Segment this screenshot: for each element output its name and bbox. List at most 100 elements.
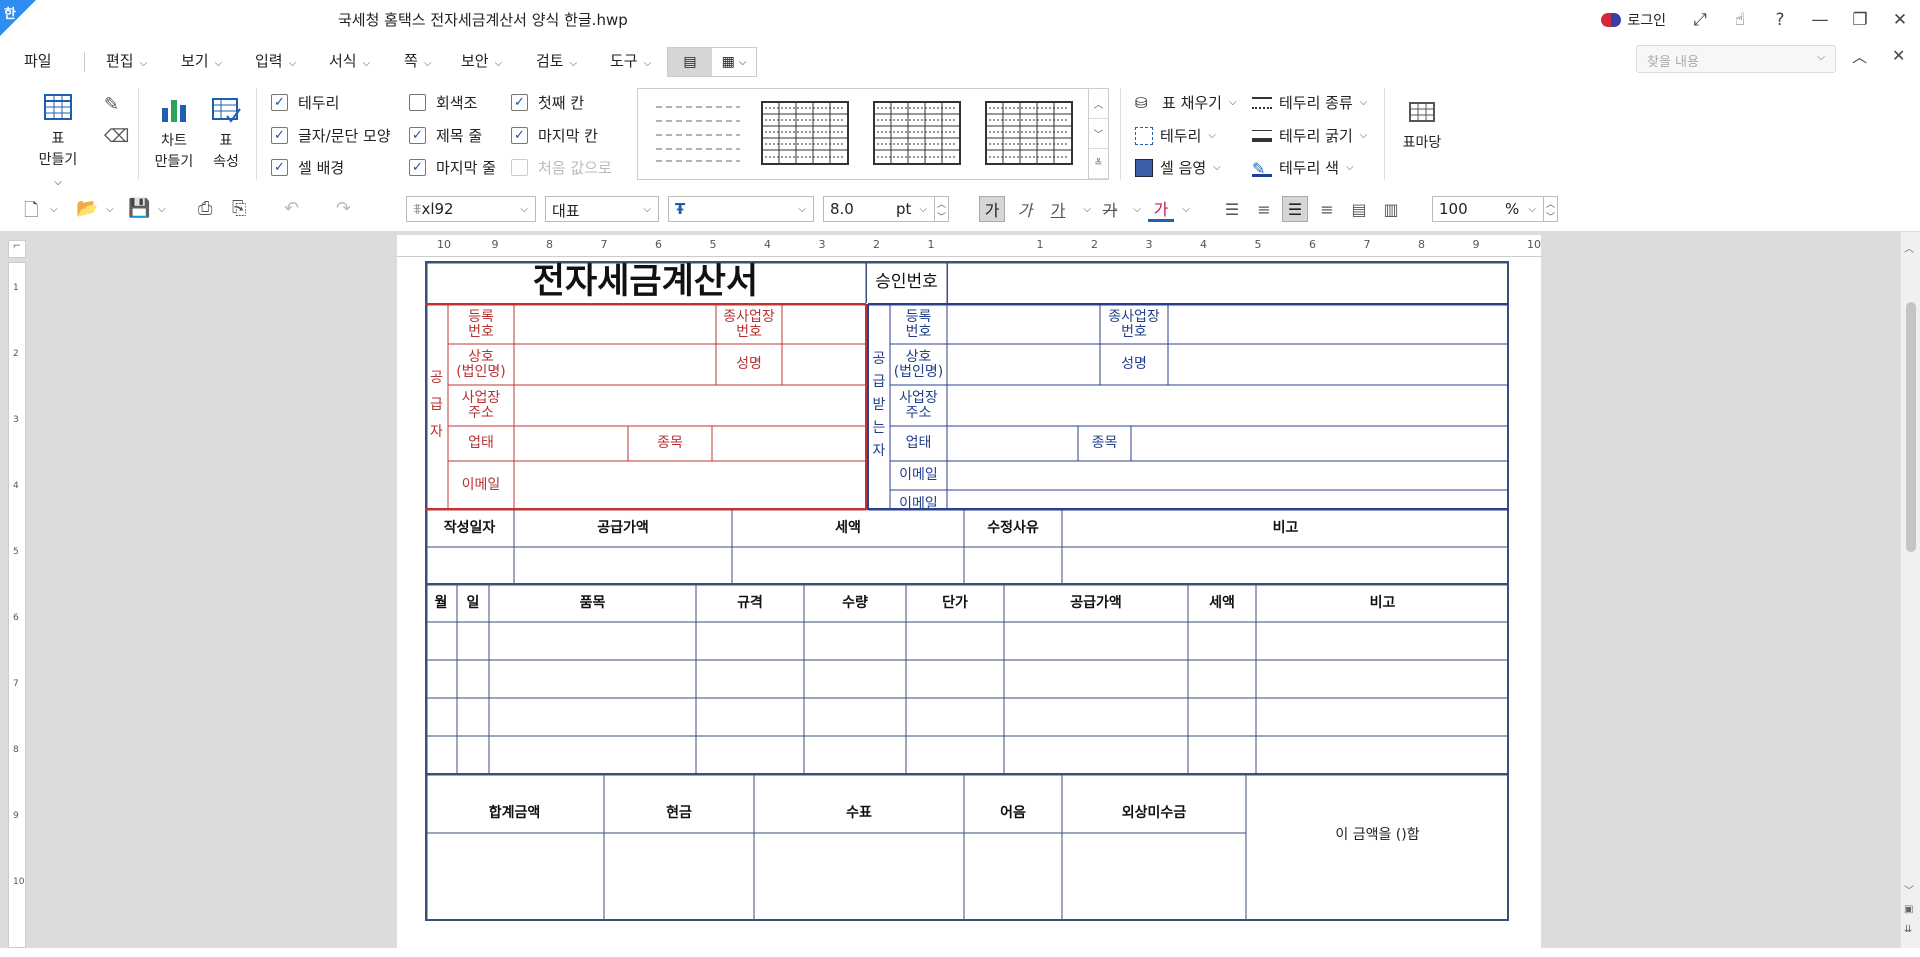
collapse-ribbon-icon[interactable]: ︿ xyxy=(1852,46,1867,67)
divide-icon[interactable]: ▥ xyxy=(1378,196,1404,222)
spin-down-icon[interactable]: ﹀ xyxy=(1544,210,1557,223)
touch-icon[interactable]: ☝ xyxy=(1720,0,1760,40)
table-style-grid-2[interactable] xyxy=(873,101,961,165)
scroll-down-icon[interactable]: ﹀ xyxy=(1904,882,1914,897)
font-size-spinner[interactable]: ︿ ﹀ xyxy=(935,196,949,223)
print-preview-icon[interactable]: ⎘ xyxy=(232,198,246,219)
table-properties-button[interactable]: 표 속성 xyxy=(206,96,246,173)
menu-page[interactable]: 쪽 ⌵ xyxy=(404,50,431,71)
spin-up-icon[interactable]: ︿ xyxy=(935,197,948,210)
document-page[interactable]: 전자세금계산서 승인번호 공급자 등록 번호 종사업장 번호 상호 (법인명) 성명 … xyxy=(397,257,1541,957)
menu-security[interactable]: 보안 ⌵ xyxy=(461,50,502,71)
menu-edit[interactable]: 편집 ⌵ xyxy=(106,50,147,71)
menu-view[interactable]: 보기 ⌵ xyxy=(181,50,222,71)
zoom-input[interactable]: 100% ⌵ xyxy=(1432,196,1544,222)
check-header-row[interactable]: ✓ 제목 줄 xyxy=(409,125,482,146)
style-value: xl92 xyxy=(421,200,454,218)
vertical-scrollbar[interactable]: ︿ ﹀ ▣ ⇊ xyxy=(1900,232,1920,948)
border-type-button[interactable]: 테두리 종류 ⌵ xyxy=(1252,92,1367,113)
check-cell-background[interactable]: ✓ 셀 배경 xyxy=(271,157,344,178)
erase-table-icon[interactable]: ⌫ xyxy=(104,126,129,147)
cell-shading-button[interactable]: 셀 음영 ⌵ xyxy=(1135,157,1221,178)
approval-number-value[interactable] xyxy=(947,261,1509,303)
gallery-up-icon[interactable]: ︿ xyxy=(1089,89,1108,119)
font-color-button[interactable]: 가 xyxy=(1148,196,1174,222)
ruler-corner-icon[interactable]: ⌐ xyxy=(8,240,26,258)
new-document-icon[interactable]: 🗋 xyxy=(24,198,38,228)
check-char-para-style[interactable]: ✓ 글자/문단 모양 xyxy=(271,125,391,146)
table-design-tab-icon[interactable]: ▤ xyxy=(668,48,712,76)
check-label: 첫째 칸 xyxy=(538,94,585,112)
spin-down-icon[interactable]: ﹀ xyxy=(935,210,948,223)
menu-format[interactable]: 서식 ⌵ xyxy=(329,50,370,71)
chevron-down-icon[interactable]: ⌵ xyxy=(1173,196,1199,222)
chart-create-button[interactable]: 차트 만들기 xyxy=(152,96,196,173)
table-layout-tab-icon[interactable]: ▦ ⌵ xyxy=(712,48,756,76)
check-last-row[interactable]: ✓ 마지막 줄 xyxy=(409,157,496,178)
search-input[interactable]: 찾을 내용 ⌵ xyxy=(1636,45,1836,73)
gallery-down-icon[interactable]: ﹀ xyxy=(1089,119,1108,149)
distribute-icon[interactable]: ▤ xyxy=(1346,196,1372,222)
strike-glyph: 가 xyxy=(1102,201,1118,220)
menu-file[interactable]: 파일 xyxy=(24,50,52,71)
open-folder-icon[interactable]: 📂 xyxy=(76,198,98,219)
align-left-icon[interactable]: ≡ xyxy=(1251,196,1277,222)
menu-insert[interactable]: 입력 ⌵ xyxy=(255,50,296,71)
next-page-icon[interactable]: ⇊ xyxy=(1904,924,1912,935)
chevron-down-icon[interactable]: ⌵ xyxy=(158,204,166,215)
print-icon[interactable]: ⎙ xyxy=(198,198,212,219)
gallery-scroll: ︿ ﹀ ≚ xyxy=(1089,88,1109,180)
close-icon[interactable]: ✕ xyxy=(1880,0,1920,40)
restore-icon[interactable]: ❐ xyxy=(1840,0,1880,40)
table-handle-button[interactable]: 표마당 xyxy=(1398,96,1446,154)
gallery-more-icon[interactable]: ≚ xyxy=(1089,149,1108,179)
claim-text[interactable]: 이 금액을 ()함 xyxy=(1246,794,1509,876)
chevron-down-icon[interactable]: ⌵ xyxy=(1124,196,1150,222)
check-last-column[interactable]: ✓ 마지막 칸 xyxy=(511,125,598,146)
draw-table-icon[interactable]: ✎ xyxy=(104,94,119,115)
align-center-icon[interactable]: ☰ xyxy=(1282,196,1308,222)
ruler-tick-label: 5 xyxy=(1254,238,1262,251)
check-grayscale[interactable]: 회색조 xyxy=(409,92,477,113)
menu-review[interactable]: 검토 ⌵ xyxy=(536,50,577,71)
scroll-thumb[interactable] xyxy=(1906,302,1916,552)
spin-up-icon[interactable]: ︿ xyxy=(1544,197,1557,210)
zoom-unit: % xyxy=(1505,200,1520,218)
chevron-down-icon[interactable]: ⌵ xyxy=(50,204,58,215)
check-first-column[interactable]: ✓ 첫째 칸 xyxy=(511,92,584,113)
table-fill-button[interactable]: ⛁ 표 채우기 ⌵ xyxy=(1135,92,1237,113)
bold-button[interactable]: 가 xyxy=(979,196,1005,222)
scroll-up-icon[interactable]: ︿ xyxy=(1904,240,1914,255)
table-create-button[interactable]: 표 만들기⌵ xyxy=(36,92,80,193)
style-select[interactable]: ⩨xl92 ⌵ xyxy=(406,196,536,222)
hancom-logo[interactable]: 한 xyxy=(0,0,36,36)
check-label: 처음 값으로 xyxy=(538,159,612,177)
border-color-button[interactable]: ✎ 테두리 색 ⌵ xyxy=(1252,157,1354,178)
align-right-icon[interactable]: ≡ xyxy=(1314,196,1340,222)
help-icon[interactable]: ? xyxy=(1760,0,1800,40)
font-group-select[interactable]: 대표 ⌵ xyxy=(545,196,659,222)
table-style-dashed[interactable] xyxy=(654,101,742,165)
vertical-ruler[interactable]: 1 2 3 4 5 6 7 8 9 10 xyxy=(8,262,26,948)
close-ribbon-icon[interactable]: ✕ xyxy=(1892,46,1905,65)
zoom-spinner[interactable]: ︿ ﹀ xyxy=(1544,196,1558,223)
horizontal-ruler[interactable]: 10 9 8 7 6 5 4 3 2 1 1 2 3 4 5 6 7 8 9 10 xyxy=(397,235,1541,257)
italic-button[interactable]: 가 xyxy=(1012,196,1038,222)
border-button[interactable]: 테두리 ⌵ xyxy=(1135,125,1216,146)
save-icon[interactable]: 💾 xyxy=(128,198,150,219)
page-nav-icon[interactable]: ▣ xyxy=(1904,904,1913,915)
font-size-input[interactable]: 8.0 pt ⌵ xyxy=(823,196,935,222)
align-justify-icon[interactable]: ☰ xyxy=(1219,196,1245,222)
minimize-icon[interactable]: — xyxy=(1800,0,1840,40)
font-select[interactable]: Ŧ ⌵ xyxy=(668,196,814,222)
table-style-grid-1[interactable] xyxy=(761,101,849,165)
table-style-grid-3[interactable] xyxy=(985,101,1073,165)
check-border[interactable]: ✓ 테두리 xyxy=(271,92,339,113)
menu-tools[interactable]: 도구 ⌵ xyxy=(610,50,651,71)
underline-button[interactable]: 가 xyxy=(1045,196,1071,222)
expand-icon[interactable]: ⤢ xyxy=(1680,0,1720,40)
login-button[interactable]: 로그인 xyxy=(1601,10,1666,30)
strikethrough-button[interactable]: 가 xyxy=(1097,196,1123,222)
chevron-down-icon[interactable]: ⌵ xyxy=(106,204,114,215)
border-weight-button[interactable]: 테두리 굵기 ⌵ xyxy=(1252,125,1367,146)
